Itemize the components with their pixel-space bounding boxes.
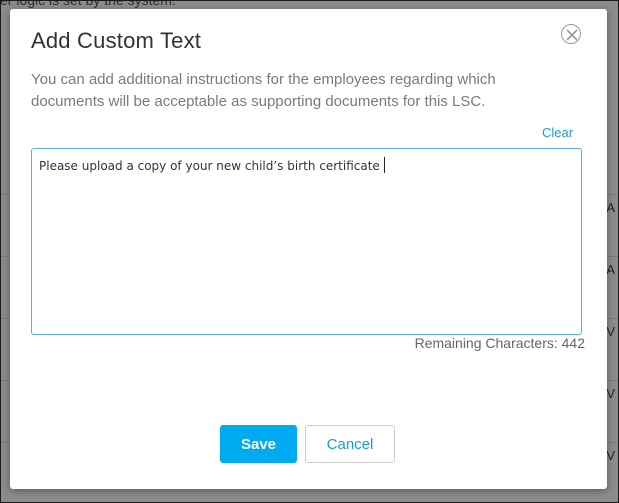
dialog-title: Add Custom Text xyxy=(31,28,202,53)
close-icon xyxy=(566,29,578,41)
close-button[interactable] xyxy=(561,24,581,44)
clear-link[interactable]: Clear xyxy=(542,125,573,140)
remaining-label: Remaining Characters: xyxy=(414,335,558,351)
save-button[interactable]: Save xyxy=(220,425,297,463)
dialog-description: You can add additional instructions for … xyxy=(31,71,496,110)
text-caret xyxy=(383,157,385,173)
custom-text-textarea[interactable]: Please upload a copy of your new child’s… xyxy=(31,148,582,335)
cancel-button[interactable]: Cancel xyxy=(305,425,395,463)
remaining-characters: Remaining Characters: 442 xyxy=(415,335,585,351)
remaining-count: 442 xyxy=(561,335,585,351)
add-custom-text-dialog: Add Custom Text You can add additional i… xyxy=(10,9,607,489)
textarea-value: Please upload a copy of your new child’s… xyxy=(39,159,380,173)
